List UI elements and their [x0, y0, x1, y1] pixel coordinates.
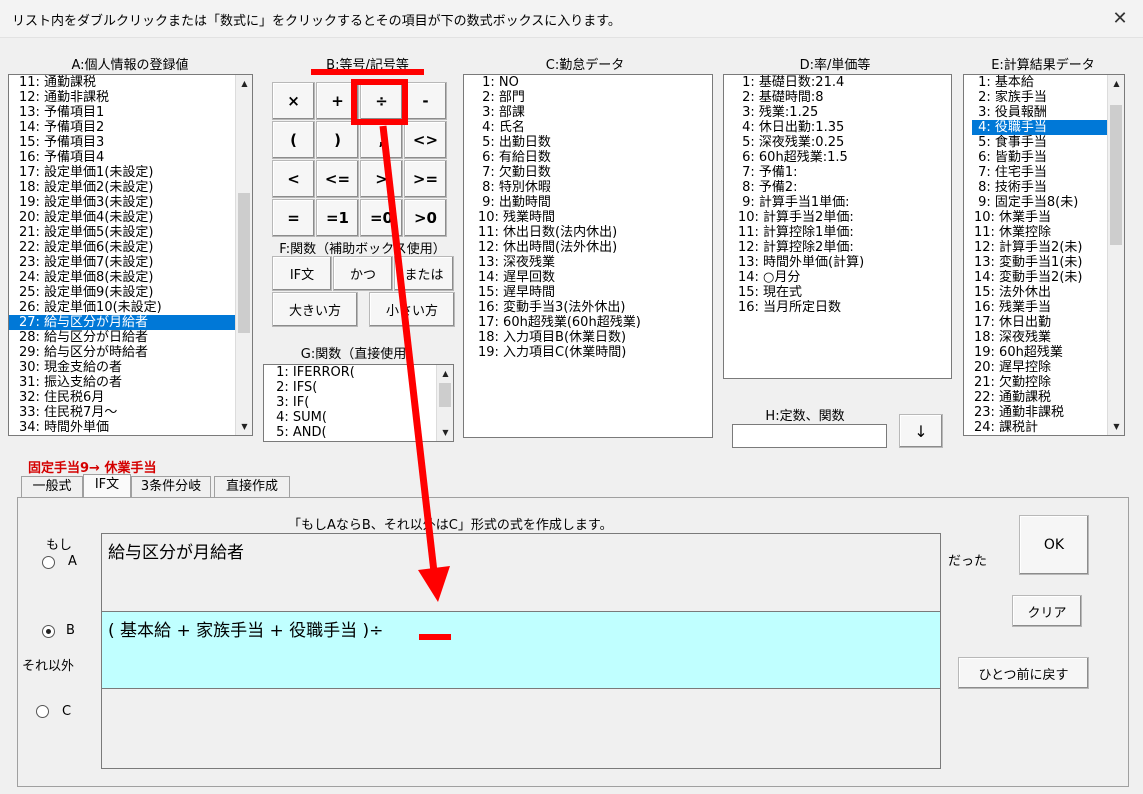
annotation-arrow-shaft — [379, 125, 438, 573]
highlight-divide-button — [351, 79, 408, 125]
annotation-arrow-head — [418, 566, 450, 602]
annotation-overlay — [311, 69, 451, 640]
